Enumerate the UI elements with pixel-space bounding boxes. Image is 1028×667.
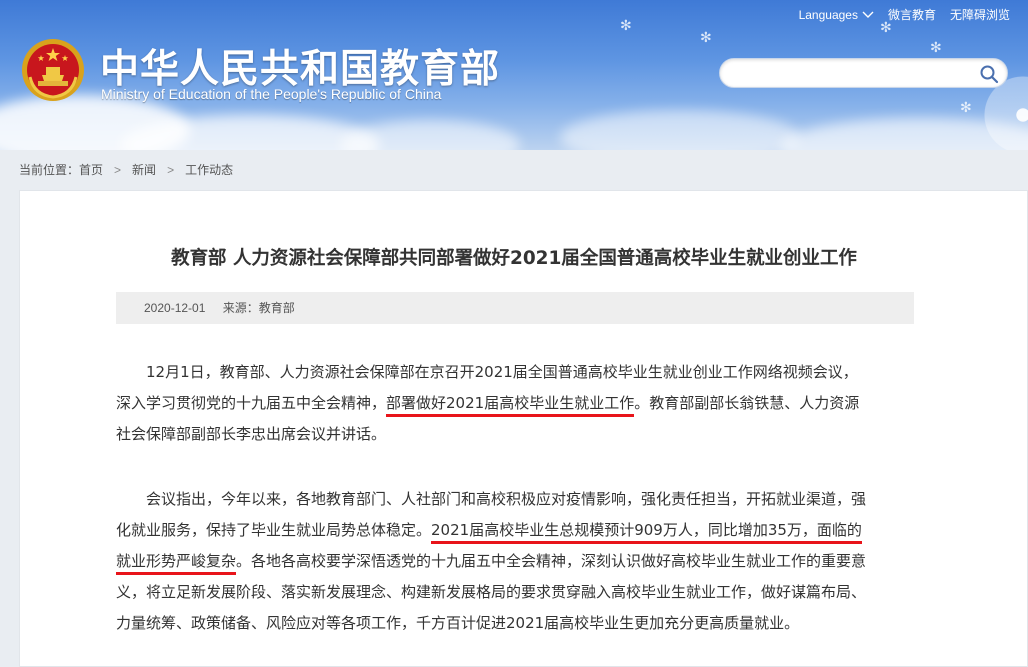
paragraph-line: 社会保障部副部长李忠出席会议并讲话。 bbox=[116, 425, 387, 443]
site-subtitle: Ministry of Education of the People's Re… bbox=[101, 86, 442, 102]
breadcrumb-work-updates[interactable]: 工作动态 bbox=[185, 161, 233, 178]
chevron-down-icon bbox=[862, 11, 874, 18]
highlighted-text: 2021届高校毕业生总规模预计909万人，同比增加35万，面临的 bbox=[431, 521, 862, 544]
article-meta: 2020-12-01 来源：教育部 bbox=[116, 292, 914, 324]
paragraph-line: 会议指出，今年以来，各地教育部门、人社部门和高校积极应对疫情影响，强化责任担当，… bbox=[146, 490, 867, 508]
accessible-browse-link[interactable]: 无障碍浏览 bbox=[950, 6, 1010, 23]
languages-label: Languages bbox=[798, 7, 858, 22]
paragraph-line: 化就业服务，保持了毕业生就业局势总体稳定。2021届高校毕业生总规模预计909万… bbox=[116, 515, 916, 546]
article-source: 来源：教育部 bbox=[222, 301, 295, 315]
paragraph-line: 义，将立足新发展阶段、落实新发展理念、构建新发展格局的要求贯穿融入高校毕业生就业… bbox=[116, 583, 867, 601]
article-date: 2020-12-01 bbox=[144, 301, 206, 315]
article-paragraph-2: 会议指出，今年以来，各地教育部门、人社部门和高校积极应对疫情影响，强化责任担当，… bbox=[116, 484, 916, 639]
search-icon[interactable] bbox=[979, 64, 999, 84]
top-links: Languages 微言教育 无障碍浏览 bbox=[799, 6, 1010, 23]
weiyan-link[interactable]: 微言教育 bbox=[888, 6, 936, 23]
breadcrumb-news[interactable]: 新闻 bbox=[132, 161, 156, 178]
breadcrumb: 当前位置： 首页 > 新闻 > 工作动态 bbox=[19, 161, 233, 178]
paragraph-line: 就业形势严峻复杂。各地各高校要学深悟透党的十九届五中全会精神，深刻认识做好高校毕… bbox=[116, 546, 916, 577]
breadcrumb-home[interactable]: 首页 bbox=[79, 161, 103, 178]
national-emblem-icon bbox=[22, 39, 84, 101]
paragraph-line: 深入学习贯彻党的十九届五中全会精神，部署做好2021届高校毕业生就业工作。教育部… bbox=[116, 388, 916, 419]
highlighted-text: 就业形势严峻复杂 bbox=[116, 552, 237, 575]
breadcrumb-separator: > bbox=[167, 162, 175, 177]
breadcrumb-prefix: 当前位置： bbox=[19, 163, 80, 177]
article-title: 教育部 人力资源社会保障部共同部署做好2021届全国普通高校毕业生就业创业工作 bbox=[171, 248, 857, 269]
search-box bbox=[719, 58, 1008, 88]
breadcrumb-separator: > bbox=[114, 162, 122, 177]
search-input[interactable] bbox=[732, 63, 972, 83]
paragraph-line: 力量统筹、政策储备、风险应对等各项工作，千方百计促进2021届高校毕业生更加充分… bbox=[116, 614, 800, 632]
header-banner: ✻ ✻ ✻ ✻ ✻ 中华人民共和国教育部 Ministry of Educati… bbox=[0, 0, 1028, 150]
languages-dropdown[interactable]: Languages bbox=[799, 8, 874, 22]
highlighted-text: 部署做好2021届高校毕业生就业工作 bbox=[386, 394, 635, 417]
paragraph-line: 12月1日，教育部、人力资源社会保障部在京召开2021届全国普通高校毕业生就业创… bbox=[146, 363, 858, 381]
article-paragraph-1: 12月1日，教育部、人力资源社会保障部在京召开2021届全国普通高校毕业生就业创… bbox=[116, 357, 916, 450]
